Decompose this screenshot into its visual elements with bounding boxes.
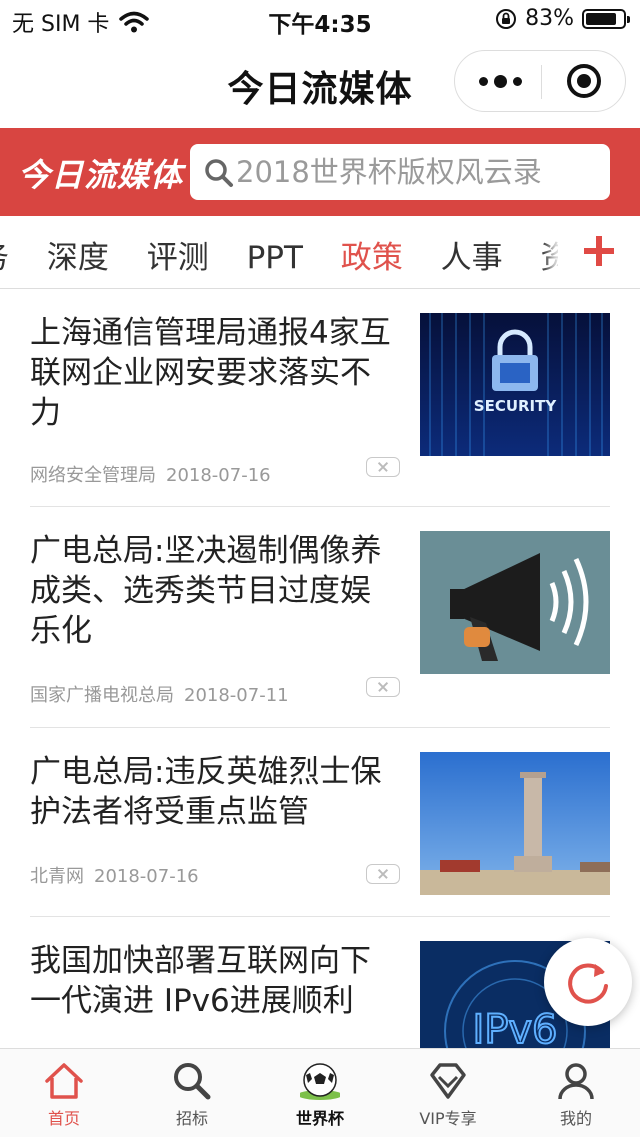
tabbar-label: 世界杯 [295, 1109, 344, 1128]
dismiss-icon[interactable] [366, 677, 400, 697]
tab-policy[interactable]: 政策 [341, 232, 403, 277]
status-right: 83% [495, 6, 630, 31]
battery-percent: 83% [525, 6, 574, 31]
news-title[interactable]: 广电总局:违反英雄烈士保护法者将受重点监管 [30, 752, 400, 832]
news-date: 2018-07-11 [184, 685, 289, 706]
battery-fill [586, 12, 616, 25]
news-date: 2018-07-16 [166, 465, 271, 486]
tab-depth[interactable]: 深度 [47, 232, 109, 277]
tabbar-label: VIP专享 [419, 1109, 477, 1128]
news-title[interactable]: 上海通信管理局通报4家互联网企业网安要求落实不力 [30, 313, 400, 433]
news-item[interactable]: 广电总局:违反英雄烈士保护法者将受重点监管 北青网 2018-07-16 [30, 728, 610, 917]
add-tab-button[interactable] [558, 216, 640, 288]
site-logo: 今日流媒体 [18, 156, 184, 194]
tab-ppt[interactable]: PPT [247, 240, 303, 276]
news-meta: 北青网 2018-07-16 [30, 862, 199, 888]
thumb-caption: IPv6 [472, 1007, 557, 1053]
news-list: 上海通信管理局通报4家互联网企业网安要求落实不力 网络安全管理局 2018-07-… [0, 289, 640, 1117]
news-meta: 网络安全管理局 2018-07-16 [30, 461, 271, 487]
tabbar-bidding[interactable]: 招标 [128, 1049, 256, 1137]
search-input[interactable] [236, 152, 596, 192]
bottom-tab-bar: 首页 招标 世界杯 VIP专享 我的 [0, 1048, 640, 1137]
news-meta: 国家广播电视总局 2018-07-11 [30, 681, 289, 707]
search-box[interactable] [190, 144, 610, 200]
news-date: 2018-07-16 [94, 866, 199, 887]
tabbar-label: 招标 [175, 1109, 208, 1128]
dot [493, 74, 507, 88]
dismiss-icon[interactable] [366, 864, 400, 884]
diamond-icon [430, 1063, 466, 1099]
thumb-caption: SECURITY [474, 397, 558, 415]
news-item[interactable]: 广电总局:坚决遏制偶像养成类、选秀类节目过度娱乐化 国家广播电视总局 2018-0… [30, 507, 610, 728]
news-thumbnail[interactable] [420, 531, 610, 674]
monument-image [420, 752, 610, 895]
news-source: 网络安全管理局 [30, 465, 156, 486]
tabbar-me[interactable]: 我的 [512, 1049, 640, 1137]
home-icon [45, 1063, 83, 1099]
refresh-button[interactable] [544, 938, 632, 1026]
tabbar-vip[interactable]: VIP专享 [384, 1049, 512, 1137]
tab-partial[interactable]: 务 [0, 232, 9, 277]
capsule-menu [454, 50, 626, 112]
tabbar-worldcup[interactable]: 世界杯 [256, 1049, 384, 1137]
title-bar: 今日流媒体 [0, 40, 640, 128]
news-source: 国家广播电视总局 [30, 685, 174, 706]
search-icon [205, 159, 233, 187]
target-icon[interactable] [567, 64, 601, 98]
orientation-lock-icon [496, 8, 517, 29]
dismiss-icon[interactable] [366, 457, 400, 477]
news-item[interactable]: 上海通信管理局通报4家互联网企业网安要求落实不力 网络安全管理局 2018-07-… [30, 289, 610, 507]
news-thumbnail[interactable]: SECURITY [420, 313, 610, 456]
more-dots-icon[interactable] [477, 67, 523, 95]
soccer-ball-icon [300, 1063, 340, 1100]
news-title[interactable]: 我国加快部署互联网向下一代演进 IPv6进展顺利 [30, 941, 400, 1021]
news-thumbnail[interactable] [420, 752, 610, 895]
tabbar-home[interactable]: 首页 [0, 1049, 128, 1137]
category-tabs: 务 深度 评测 PPT 政策 人事 资本 [0, 216, 640, 289]
refresh-icon [568, 963, 608, 1004]
security-lock-image: SECURITY [420, 313, 610, 456]
plus-icon [584, 236, 614, 266]
tab-track: 务 深度 评测 PPT 政策 人事 资本 [0, 232, 630, 277]
battery-icon [582, 8, 630, 29]
user-icon [558, 1063, 594, 1100]
dot [478, 76, 488, 86]
news-title[interactable]: 广电总局:坚决遏制偶像养成类、选秀类节目过度娱乐化 [30, 531, 400, 651]
news-source: 北青网 [30, 866, 84, 887]
capsule-divider [541, 65, 542, 99]
tabbar-label: 首页 [47, 1109, 80, 1128]
tab-personnel[interactable]: 人事 [441, 232, 503, 277]
tabbar-label: 我的 [559, 1109, 592, 1128]
status-bar: 无 SIM 卡 下午4:35 83% [0, 0, 640, 40]
tab-review[interactable]: 评测 [147, 232, 209, 277]
search-icon [174, 1063, 211, 1100]
site-header: 今日流媒体 [0, 128, 640, 216]
dot [512, 76, 522, 86]
megaphone-image [420, 531, 610, 674]
